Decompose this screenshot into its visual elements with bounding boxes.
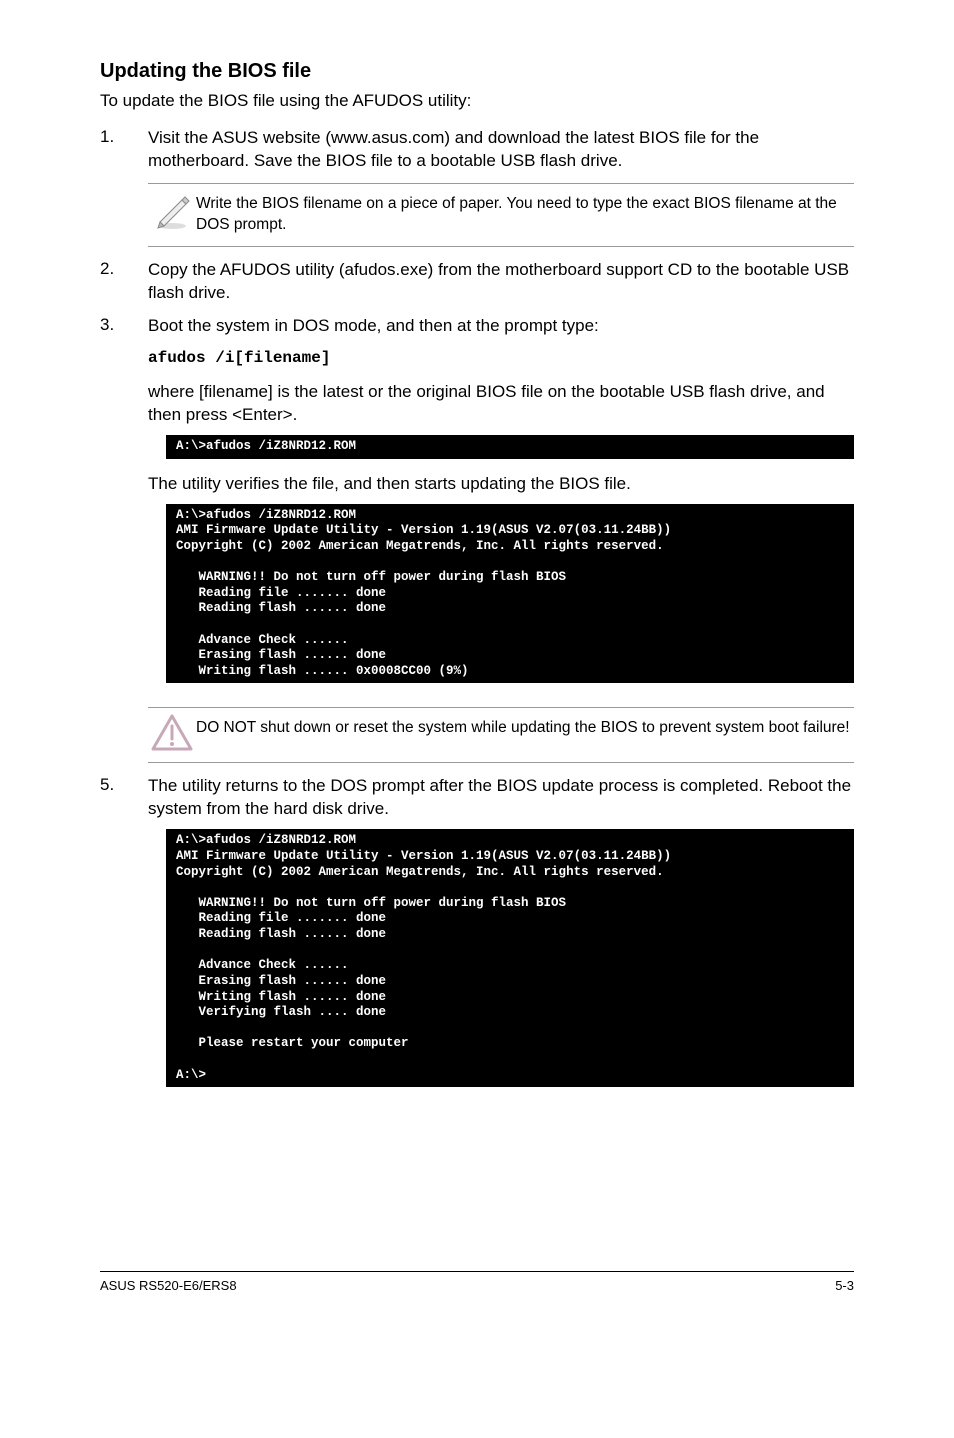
note-write-filename: Write the BIOS filename on a piece of pa… [148,183,854,247]
warning-no-shutdown: DO NOT shut down or reset the system whi… [148,707,854,763]
step-body: Copy the AFUDOS utility (afudos.exe) fro… [148,259,854,305]
footer-model: ASUS RS520-E6/ERS8 [100,1278,237,1293]
step-number: 1. [100,127,148,173]
step-body: Boot the system in DOS mode, and then at… [148,315,854,698]
terminal-output-2: A:\>afudos /iZ8NRD12.ROM AMI Firmware Up… [166,504,854,684]
page-footer: ASUS RS520-E6/ERS8 5-3 [100,1271,854,1293]
step-text: where [filename] is the latest or the or… [148,382,825,424]
step-text: The utility returns to the DOS prompt af… [148,776,851,818]
terminal-output-1: A:\>afudos /iZ8NRD12.ROM [166,435,854,459]
step-3: 3. Boot the system in DOS mode, and then… [100,315,854,698]
note-text: Write the BIOS filename on a piece of pa… [196,190,854,236]
warning-icon [148,714,196,752]
step-number: 3. [100,315,148,698]
step-2: 2. Copy the AFUDOS utility (afudos.exe) … [100,259,854,305]
step-5: 5. The utility returns to the DOS prompt… [100,775,854,1101]
step-1: 1. Visit the ASUS website (www.asus.com)… [100,127,854,173]
intro-text: To update the BIOS file using the AFUDOS… [100,91,854,111]
terminal-output-3: A:\>afudos /iZ8NRD12.ROM AMI Firmware Up… [166,829,854,1087]
pencil-icon [148,190,196,230]
step-number: 5. [100,775,148,1101]
warning-text: DO NOT shut down or reset the system whi… [196,714,854,739]
step-text: Boot the system in DOS mode, and then at… [148,316,599,335]
step-number: 2. [100,259,148,305]
section-heading: Updating the BIOS file [100,60,854,83]
footer-page-number: 5-3 [835,1278,854,1293]
step-text: The utility verifies the file, and then … [148,474,631,493]
step-body: The utility returns to the DOS prompt af… [148,775,854,1101]
code-command: afudos /i[filename] [148,348,854,370]
step-body: Visit the ASUS website (www.asus.com) an… [148,127,854,173]
